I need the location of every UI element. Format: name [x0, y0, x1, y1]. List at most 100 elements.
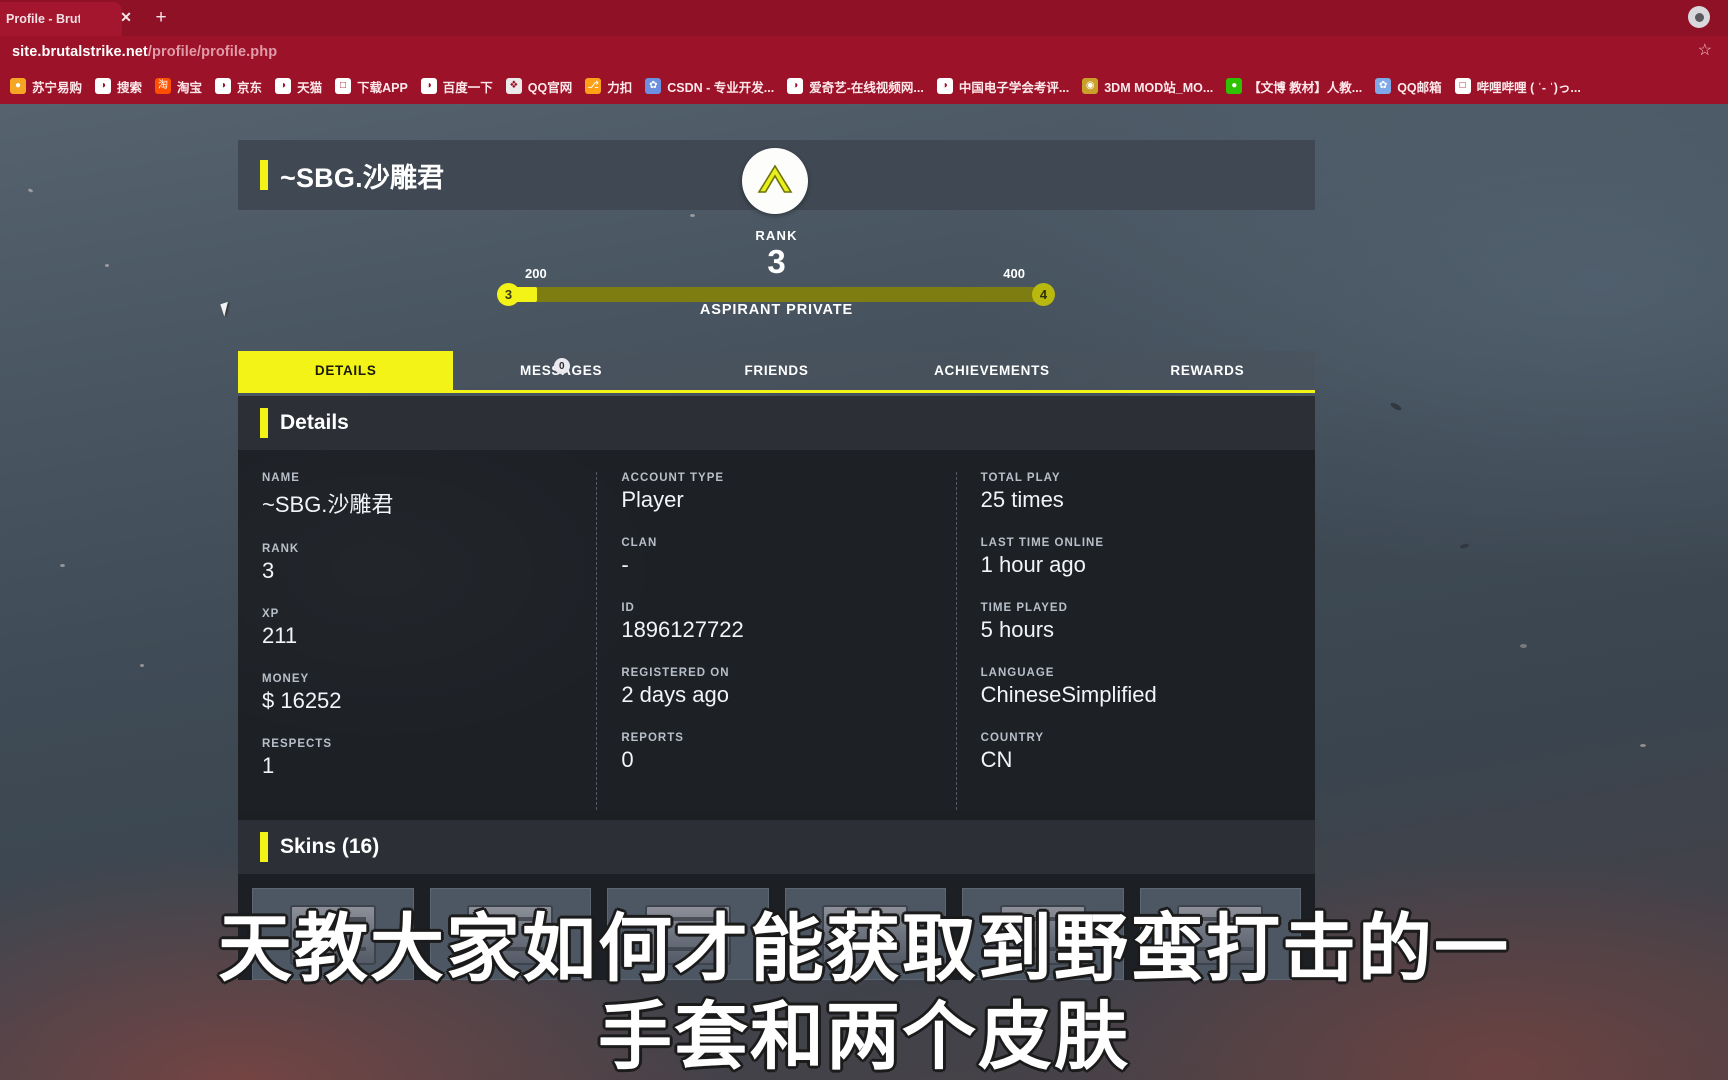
detail-field: ACCOUNT TYPE Player [621, 472, 955, 513]
baidu-icon: ✿ [1375, 78, 1392, 94]
skins-section-title: Skins (16) [280, 835, 380, 858]
bookmark-item[interactable]: ● 【文博 教材】人教... [1226, 77, 1362, 96]
details-fields-grid: NAME ~SBG.沙雕君 RANK 3 XP 211 MONEY $ 16252 RESPEC… [238, 450, 1315, 810]
window-control-button[interactable] [1688, 6, 1710, 28]
browser-tab-title: Profile - Brutal S [6, 12, 80, 26]
bookmark-item[interactable]: ❖ QQ官网 [505, 77, 572, 96]
detail-field-label: COUNTRY [980, 732, 1045, 744]
globe-icon: ◑ [95, 78, 112, 94]
detail-field: TIME PLAYED 5 hours [981, 602, 1315, 643]
detail-field: TOTAL PLAY 25 times [981, 472, 1315, 513]
bookmark-item[interactable]: ◑ 搜索 [95, 77, 142, 96]
skin-card[interactable] [252, 888, 414, 980]
bookmark-item[interactable]: ◑ 天猫 [275, 77, 322, 96]
profile-tab-details[interactable]: DETAILS [238, 351, 454, 393]
bookmark-label: 淘宝 [177, 80, 203, 95]
bookmark-item[interactable]: ◑ 百度一下 [420, 77, 493, 96]
url-host: site.brutalstrike.net [12, 44, 148, 60]
bookmark-label: 搜索 [117, 80, 143, 95]
bilibili-icon: □ [335, 78, 352, 94]
detail-field-label: ACCOUNT TYPE [621, 472, 725, 484]
skin-card[interactable] [607, 888, 769, 980]
messages-count-badge: 0 [554, 358, 571, 374]
detail-field-label: NAME [262, 472, 300, 484]
bookmark-item[interactable]: 淘淘宝 [155, 77, 202, 96]
detail-field-value: ChineseSimplified [980, 682, 1157, 707]
detail-field: REGISTERED ON 2 days ago [621, 667, 955, 708]
bookmarks-bar: ● 苏宁易购 ◑ 搜索淘淘宝 ◑ 京东 ◑ 天猫 □ 下载APP ◑ 百度一下 ❖ QQ官网 ⎇ 力扣 ✿ CSD… [0, 68, 1728, 104]
detail-field-value: 5 hours [980, 617, 1055, 642]
detail-field-label: CLAN [621, 537, 658, 549]
bookmark-label: QQ邮箱 [1397, 80, 1442, 95]
crate-icon [644, 905, 731, 965]
profile-username: ~SBG.沙雕君 [280, 162, 445, 193]
rank-title: ASPIRANT PRIVATE [699, 302, 854, 318]
detail-field-value: 0 [621, 747, 634, 772]
skins-grid [238, 878, 1315, 980]
details-panel-title: Details [280, 411, 349, 434]
detail-field-value: - [621, 552, 629, 577]
detail-field-value: 25 times [980, 487, 1064, 512]
browser-tab-active[interactable]: Profile - Brutal S [0, 2, 122, 36]
url-path: /profile/profile.php [147, 44, 278, 60]
detail-field-value: 211 [262, 623, 298, 648]
bookmark-item[interactable]: ◉ 3DM MOD站_MO... [1082, 77, 1213, 96]
bookmark-item[interactable]: ◑ 爱奇艺-在线视频网... [787, 77, 924, 96]
skin-card[interactable] [784, 888, 946, 980]
detail-field-label: TIME PLAYED [980, 602, 1068, 614]
detail-field: CLAN - [621, 537, 955, 578]
close-icon[interactable]: ✕ [118, 9, 134, 25]
detail-field: ID 1896127722 [621, 602, 955, 643]
detail-field-label: LAST TIME ONLINE [980, 537, 1104, 549]
chevron-rank-insignia-icon [757, 164, 793, 193]
detail-field-value: 1 hour ago [980, 552, 1086, 577]
wechat-icon: ● [1226, 78, 1243, 94]
accent-bar [260, 160, 268, 190]
profile-tab-label: ACHIEVEMENTS [934, 363, 1050, 378]
accent-bar [260, 408, 268, 438]
skin-card[interactable] [429, 888, 591, 980]
progress-track [507, 287, 1045, 302]
detail-field-label: REPORTS [621, 732, 684, 744]
detail-field-label: XP [262, 608, 280, 620]
browser-tab-strip: Profile - Brutal S ✕ + [0, 0, 1728, 36]
globe-icon: ◑ [936, 78, 953, 94]
rank-insignia-badge [742, 148, 808, 214]
profile-tab-friends[interactable]: FRIENDS [668, 351, 885, 393]
bookmark-star-icon[interactable]: ☆ [1698, 43, 1712, 59]
profile-tab-achievements[interactable]: ACHIEVEMENTS [884, 351, 1100, 393]
bookmark-label: 苏宁易购 [32, 80, 83, 95]
bookmark-label: 【文博 教材】人教... [1248, 80, 1363, 95]
bookmark-item[interactable]: ✿ QQ邮箱 [1375, 77, 1442, 96]
profile-tab-label: REWARDS [1170, 363, 1245, 378]
csdn-icon: ✿ [645, 78, 662, 94]
bookmark-item[interactable]: □ 哔哩哔哩 ( ˈ- ˈ)っ... [1454, 77, 1581, 96]
profile-tab-bar: DETAILS MESSAGES0 FRIENDS ACHIEVEMENTS REWAR… [238, 351, 1316, 393]
skin-card[interactable] [962, 888, 1124, 980]
bookmark-label: 哔哩哔哩 ( ˈ- ˈ)っ... [1476, 80, 1581, 95]
profile-tab-messages[interactable]: MESSAGES0 [453, 351, 669, 393]
bookmark-item[interactable]: ◑ 中国电子学会考评... [936, 77, 1069, 96]
detail-field-label: REGISTERED ON [621, 667, 730, 679]
omnibox[interactable]: site.brutalstrike.net/profile/profile.ph… [0, 36, 1728, 68]
3dm-icon: ◉ [1082, 78, 1099, 94]
globe-icon: ◑ [275, 78, 292, 94]
bookmark-label: 力扣 [607, 80, 633, 95]
detail-field-label: RESPECTS [262, 738, 332, 750]
new-tab-button[interactable]: + [150, 8, 172, 30]
bookmark-item[interactable]: ✿ CSDN - 专业开发... [645, 77, 774, 96]
bookmark-item[interactable]: □ 下载APP [335, 77, 408, 96]
address-bar-url[interactable]: site.brutalstrike.net/profile/profile.ph… [12, 44, 277, 60]
profile-tab-label: DETAILS [314, 363, 377, 378]
progress-max-xp: 400 [1003, 266, 1025, 281]
bookmark-label: 3DM MOD站_MO... [1104, 80, 1214, 95]
skin-card[interactable] [1139, 888, 1301, 980]
bookmark-item[interactable]: ◑ 京东 [215, 77, 262, 96]
bookmark-item[interactable]: ● 苏宁易购 [10, 77, 82, 96]
bookmark-label: 京东 [237, 80, 263, 95]
bookmark-item[interactable]: ⎇ 力扣 [585, 77, 632, 96]
globe-icon: ◑ [420, 78, 437, 94]
bookmark-label: 下载APP [357, 80, 408, 95]
profile-tab-rewards[interactable]: REWARDS [1099, 351, 1316, 393]
details-panel: Details NAME ~SBG.沙雕君 RANK 3 XP 211 MONEY $ 162… [238, 396, 1315, 980]
